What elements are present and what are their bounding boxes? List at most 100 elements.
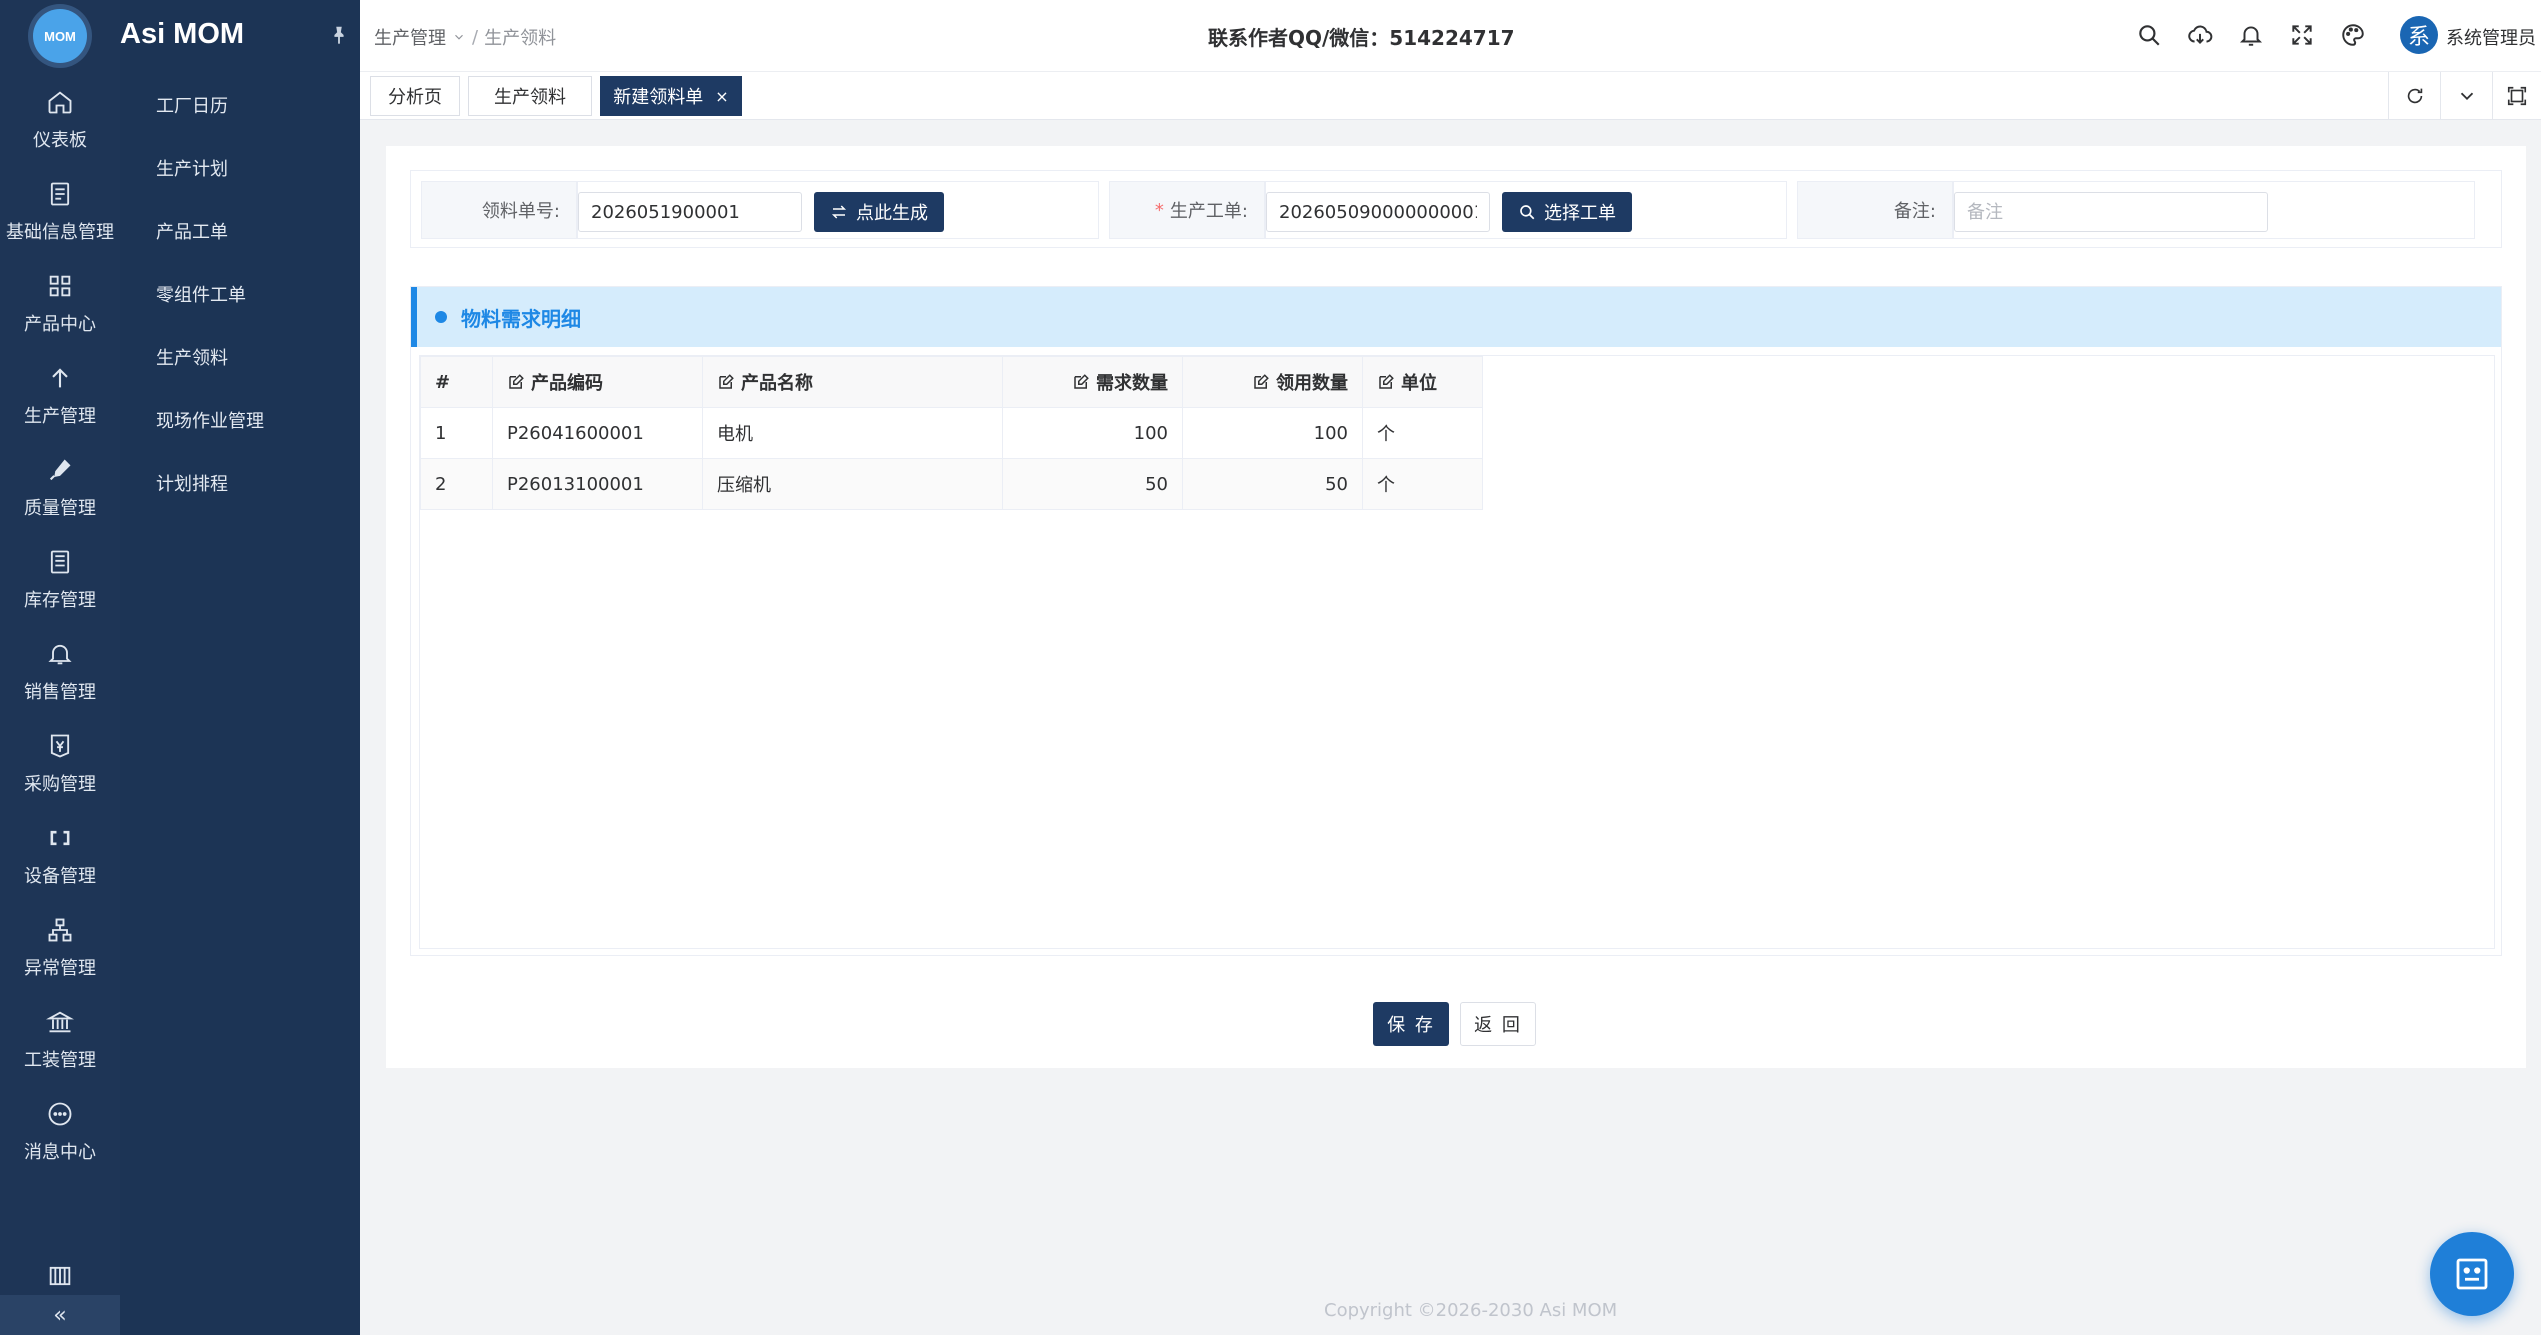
rail-item-label: 生产管理: [24, 406, 96, 427]
edit-icon: [719, 374, 734, 389]
select-work-order-button[interactable]: 选择工单: [1502, 192, 1632, 232]
bell-icon: [48, 644, 72, 665]
col-index: #: [420, 356, 493, 408]
copyright-text: Copyright ©2026-2030 Asi MOM: [1324, 1300, 1618, 1321]
tab-new-pick-order[interactable]: 新建领料单 ×: [600, 76, 742, 116]
tabs-menu-button[interactable]: [2440, 72, 2492, 120]
col-product-code[interactable]: 产品编码: [492, 356, 703, 408]
col-pick-qty-label: 领用数量: [1276, 373, 1348, 394]
cell-product-code[interactable]: P26041600001: [492, 407, 703, 459]
rail-item-purchase[interactable]: 采购管理: [0, 718, 120, 810]
cell-product-name[interactable]: 电机: [702, 407, 1003, 459]
fullscreen-icon[interactable]: [2289, 22, 2315, 48]
cell-product-code[interactable]: P26013100001: [492, 458, 703, 510]
edit-icon: [509, 374, 524, 389]
rail-item-exception[interactable]: 异常管理: [0, 902, 120, 994]
document-icon: [50, 182, 70, 206]
generate-button-label: 点此生成: [856, 203, 928, 224]
submenu-item-product-order[interactable]: 产品工单: [156, 218, 228, 244]
double-chevron-left-icon: «: [53, 1302, 67, 1328]
avatar[interactable]: 系: [2400, 16, 2438, 54]
tab-material-pick[interactable]: 生产领料: [468, 76, 592, 116]
submenu-item-component-order[interactable]: 零组件工单: [156, 281, 246, 307]
pick-no-label-cell: 领料单号:: [421, 181, 577, 239]
cell-pick-qty[interactable]: 100: [1182, 407, 1363, 459]
assistant-float-button[interactable]: [2430, 1232, 2514, 1316]
col-unit-label: 单位: [1401, 373, 1437, 394]
rail-item-inventory[interactable]: 库存管理: [0, 534, 120, 626]
pick-order-form: 领料单号: 点此生成 * 生产工单: 选择工单 备注:: [410, 170, 2502, 248]
rail-item-label: 销售管理: [24, 682, 96, 703]
cloud-download-icon[interactable]: [2187, 22, 2213, 48]
cell-demand-qty[interactable]: 100: [1002, 407, 1183, 459]
work-order-label: 生产工单:: [1169, 201, 1248, 222]
rail-item-messages[interactable]: 消息中心: [0, 1086, 120, 1178]
rail-item-basic-info[interactable]: 基础信息管理: [0, 166, 120, 258]
icon-rail: MOM 仪表板 基础信息管理 产品中心 生产管理 质量管理 库存管理 销售管理 …: [0, 0, 120, 1335]
back-button[interactable]: 返 回: [1460, 1002, 1536, 1046]
table-header-row: # 产品编码 产品名称 需求数量 领用数量 单位: [420, 356, 1483, 408]
pen-icon: [49, 459, 71, 481]
logo-text: MOM: [33, 9, 87, 63]
cell-demand-qty[interactable]: 50: [1002, 458, 1183, 510]
col-product-name[interactable]: 产品名称: [702, 356, 1003, 408]
rail-item-label: 质量管理: [24, 498, 96, 519]
pick-no-input[interactable]: [578, 192, 802, 232]
edit-icon: [1074, 374, 1089, 389]
rail-item-label: 仪表板: [33, 130, 87, 151]
save-button[interactable]: 保 存: [1373, 1002, 1449, 1046]
rail-item-label: 工装管理: [24, 1050, 96, 1071]
search-icon[interactable]: [2136, 22, 2162, 48]
refresh-tab-button[interactable]: [2388, 72, 2440, 120]
arrow-up-icon: [52, 368, 68, 388]
remark-label: 备注:: [1893, 201, 1936, 222]
submenu-item-factory-calendar[interactable]: 工厂日历: [156, 92, 228, 118]
search-icon: [1520, 205, 1535, 220]
tab-analysis[interactable]: 分析页: [370, 76, 460, 116]
tab-label: 分析页: [388, 87, 442, 108]
rail-item-label: 异常管理: [24, 958, 96, 979]
breadcrumb-item-production[interactable]: 生产管理: [374, 24, 446, 50]
col-pick-qty[interactable]: 领用数量: [1182, 356, 1363, 408]
rail-item-equipment[interactable]: 设备管理: [0, 810, 120, 902]
rail-item-dashboard[interactable]: 仪表板: [0, 74, 120, 166]
cell-unit[interactable]: 个: [1362, 458, 1483, 510]
submenu-item-production-plan[interactable]: 生产计划: [156, 155, 228, 181]
rail-item-quality[interactable]: 质量管理: [0, 442, 120, 534]
cell-pick-qty[interactable]: 50: [1182, 458, 1363, 510]
rail-item-production[interactable]: 生产管理: [0, 350, 120, 442]
file-list-icon: [50, 550, 70, 574]
section-title: 物料需求明细: [461, 306, 581, 331]
table-row[interactable]: 1 P26041600001 电机 100 100 个: [420, 407, 1483, 459]
close-icon[interactable]: ×: [715, 87, 728, 106]
swap-icon: [831, 205, 847, 219]
select-work-order-label: 选择工单: [1544, 203, 1616, 224]
col-unit[interactable]: 单位: [1362, 356, 1483, 408]
rail-item-label: 基础信息管理: [6, 222, 114, 243]
submenu-item-scheduling[interactable]: 计划排程: [156, 470, 228, 496]
breadcrumb-separator: /: [472, 26, 479, 48]
table-row[interactable]: 2 P26013100001 压缩机 50 50 个: [420, 458, 1483, 510]
bell-icon[interactable]: [2238, 22, 2264, 48]
work-order-input[interactable]: [1266, 192, 1490, 232]
edit-icon: [1254, 374, 1269, 389]
refresh-icon: [2407, 88, 2422, 104]
collapse-sidebar-button[interactable]: «: [0, 1295, 120, 1335]
submenu-item-field-work[interactable]: 现场作业管理: [156, 407, 264, 433]
remark-input[interactable]: [1954, 192, 2268, 232]
submenu-item-material-pick[interactable]: 生产领料: [156, 344, 228, 370]
rail-item-sales[interactable]: 销售管理: [0, 626, 120, 718]
app-logo[interactable]: MOM: [28, 4, 92, 68]
cell-product-name[interactable]: 压缩机: [702, 458, 1003, 510]
col-demand-qty[interactable]: 需求数量: [1002, 356, 1183, 408]
pin-icon[interactable]: [328, 24, 350, 46]
rail-item-product-center[interactable]: 产品中心: [0, 258, 120, 350]
cell-unit[interactable]: 个: [1362, 407, 1483, 459]
maximize-content-button[interactable]: [2492, 72, 2541, 120]
generate-button[interactable]: 点此生成: [814, 192, 944, 232]
rail-item-tooling[interactable]: 工装管理: [0, 994, 120, 1086]
palette-icon[interactable]: [2340, 22, 2366, 48]
content-card: 领料单号: 点此生成 * 生产工单: 选择工单 备注:: [386, 146, 2526, 1068]
breadcrumb-item-current: 生产领料: [484, 28, 557, 49]
user-name[interactable]: 系统管理员: [2446, 24, 2536, 50]
